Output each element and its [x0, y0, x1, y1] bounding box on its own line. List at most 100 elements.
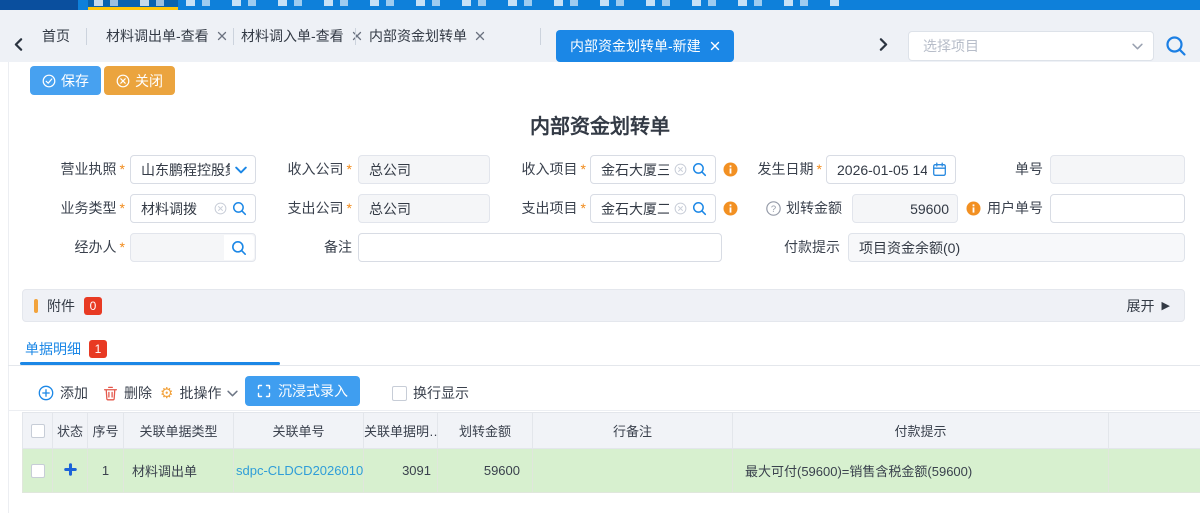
business-license-select[interactable]: 山东鹏程控股集团 [130, 155, 256, 184]
tab-detail-lines[interactable]: 单据明细 1 [25, 339, 107, 359]
batch-operation-label: 批操作 [179, 383, 221, 403]
attachment-bar: 附件 0 展开 ▶ [22, 289, 1185, 322]
wrap-display-checkbox[interactable] [392, 386, 407, 401]
add-row-button[interactable]: 添加 [38, 383, 88, 403]
immersive-entry-label: 沉浸式录入 [278, 381, 348, 401]
row-checkbox[interactable] [31, 464, 45, 478]
tab-label: 材料调入单-查看 [241, 26, 344, 46]
immersive-entry-button[interactable]: 沉浸式录入 [245, 376, 360, 406]
tab-close-icon[interactable] [475, 28, 485, 44]
tab-divider [355, 28, 356, 45]
tab-fund-transfer[interactable]: 内部资金划转单 [369, 10, 485, 62]
header-amount: 划转金额 [438, 413, 533, 449]
search-icon [231, 240, 247, 256]
user-doc-no-input[interactable] [1050, 194, 1185, 223]
handler-search-button[interactable] [224, 235, 254, 260]
tab-divider [233, 28, 234, 45]
menubar-logo-area [0, 0, 78, 10]
table-row[interactable]: 1 材料调出单 sdpc-CLDCD2026010000 3091 59600 … [23, 449, 1200, 493]
page-title: 内部资金划转单 [0, 110, 1200, 139]
header-select-all[interactable] [23, 413, 53, 449]
field-label-remark: 备注 [255, 233, 352, 262]
field-label-handler: 经办人 [20, 233, 125, 262]
clear-icon[interactable] [674, 202, 687, 215]
tabs-scroll-right-icon[interactable] [877, 38, 890, 56]
tab-material-out-view[interactable]: 材料调出单-查看 [106, 10, 227, 62]
wrap-display-label: 换行显示 [413, 383, 469, 403]
trash-icon [103, 386, 118, 401]
chevron-down-icon [235, 164, 247, 176]
search-icon[interactable] [232, 201, 247, 216]
calendar-icon[interactable] [932, 162, 947, 177]
wrap-display-option[interactable]: 换行显示 [392, 383, 469, 403]
tab-fund-transfer-new-active[interactable]: 内部资金划转单-新建 [556, 30, 734, 62]
tab-material-in-view[interactable]: 材料调入单-查看 [241, 10, 362, 62]
tab-divider [540, 28, 541, 45]
income-company-input: 总公司 [358, 155, 490, 184]
project-select[interactable]: 选择项目 [908, 31, 1154, 61]
project-select-placeholder: 选择项目 [923, 36, 1132, 56]
detail-count-badge: 1 [89, 340, 107, 358]
detail-table: 状态 序号 关联单据类型 关联单号 关联单据明… 划转金额 行备注 付款提示 1… [22, 412, 1200, 493]
tab-close-icon[interactable] [710, 38, 720, 54]
header-row-remark: 行备注 [533, 413, 733, 449]
tab-bar: 首页 材料调出单-查看 材料调入单-查看 内部资金划转单 内部资金划转单-新建 … [0, 10, 1200, 62]
field-label-doc-no: 单号 [975, 155, 1043, 184]
field-label-income-company: 收入公司 [255, 155, 352, 184]
table-header-row: 状态 序号 关联单据类型 关联单号 关联单据明… 划转金额 行备注 付款提示 [23, 413, 1200, 449]
select-all-checkbox[interactable] [31, 424, 45, 438]
tab-close-icon[interactable] [217, 28, 227, 44]
header-empty [1109, 413, 1200, 449]
header-status: 状态 [53, 413, 88, 449]
header-doc-no: 关联单号 [234, 413, 364, 449]
project-search-icon[interactable] [1165, 35, 1187, 62]
tab-label: 材料调出单-查看 [106, 26, 209, 46]
income-project-input[interactable]: 金石大厦三期 [590, 155, 716, 184]
save-button[interactable]: 保存 [30, 66, 101, 95]
occur-date-value: 2026-01-05 14: [837, 162, 927, 178]
expand-plus-icon[interactable] [64, 463, 77, 476]
business-type-value: 材料调拨 [141, 199, 209, 219]
header-payment-tip: 付款提示 [733, 413, 1109, 449]
close-button[interactable]: 关闭 [104, 66, 175, 95]
field-label-expense-company: 支出公司 [255, 194, 352, 223]
search-icon[interactable] [692, 162, 707, 177]
clear-icon[interactable] [214, 202, 227, 215]
tab-close-icon[interactable] [352, 28, 362, 44]
occur-date-input[interactable]: 2026-01-05 14: [826, 155, 956, 184]
svg-text:?: ? [771, 204, 776, 215]
expense-project-input[interactable]: 金石大厦二期 [590, 194, 716, 223]
income-project-value: 金石大厦三期 [601, 160, 669, 180]
search-icon[interactable] [692, 201, 707, 216]
top-menubar [0, 0, 1200, 10]
header-doc-type: 关联单据类型 [124, 413, 234, 449]
delete-row-label: 删除 [124, 383, 152, 403]
row-amount-cell: 59600 [438, 449, 533, 493]
handler-input[interactable] [130, 233, 256, 262]
menubar-clipped-text [94, 0, 844, 6]
chevron-down-icon [227, 388, 238, 399]
row-seq-cell: 1 [88, 449, 124, 493]
business-type-input[interactable]: 材料调拨 [130, 194, 256, 223]
question-circle-icon[interactable]: ? [766, 201, 781, 216]
delete-row-button[interactable]: 删除 [103, 383, 152, 403]
expense-project-value: 金石大厦二期 [601, 199, 669, 219]
row-doc-type-cell: 材料调出单 [124, 449, 234, 493]
remark-input[interactable] [358, 233, 722, 262]
field-label-business-type: 业务类型 [20, 194, 125, 223]
fullscreen-icon [257, 384, 271, 398]
row-doc-no-link[interactable]: sdpc-CLDCD2026010000 [234, 449, 364, 493]
batch-operation-button[interactable]: ⚙ 批操作 [160, 383, 238, 403]
attachment-marker [34, 299, 38, 313]
row-select-cell[interactable] [23, 449, 53, 493]
income-project-info-icon[interactable] [723, 162, 738, 182]
tabs-scroll-left-icon[interactable] [12, 38, 25, 56]
clear-icon[interactable] [674, 163, 687, 176]
tab-home[interactable]: 首页 [42, 10, 70, 62]
expand-label: 展开 [1127, 296, 1155, 316]
detail-tab-label: 单据明细 [25, 339, 81, 359]
expand-button[interactable]: 展开 ▶ [1127, 296, 1170, 316]
header-seq: 序号 [88, 413, 124, 449]
business-license-value: 山东鹏程控股集团 [141, 160, 230, 180]
row-status-cell[interactable] [53, 449, 88, 493]
